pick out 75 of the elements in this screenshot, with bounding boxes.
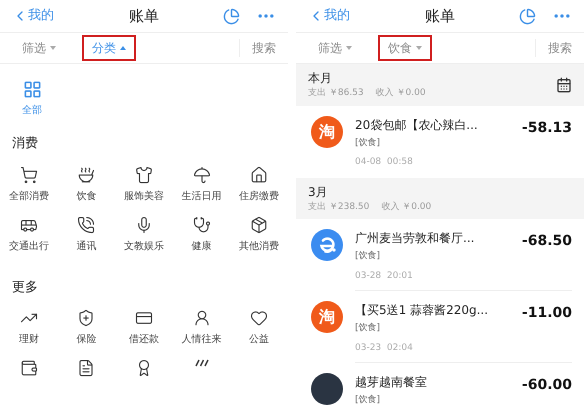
category-label[interactable]: 借还款 <box>128 332 159 347</box>
amount: -58.13 <box>522 118 572 138</box>
wallet-icon <box>20 359 38 377</box>
income-total: 收入 ￥0.00 <box>376 87 426 100</box>
category-label[interactable]: 通讯 <box>76 238 96 254</box>
shield-icon[interactable] <box>77 309 96 327</box>
category-label[interactable]: 交通出行 <box>8 238 49 254</box>
search-button[interactable]: 搜索 <box>535 39 572 57</box>
transaction-row[interactable]: 广州麦当劳敦和餐厅... [饮食] 03-28 20:01 -68.50 <box>296 219 584 291</box>
category-label[interactable]: 公益 <box>249 332 270 347</box>
amount: -60.00 <box>522 376 572 395</box>
shop-logo: 淘 <box>311 301 343 333</box>
phone-icon[interactable] <box>77 216 96 234</box>
amount: -68.50 <box>522 232 572 251</box>
page-title: 账单 <box>128 6 160 27</box>
expense-total: 支出 ￥238.50 <box>308 200 370 214</box>
calendar-icon[interactable] <box>556 76 572 93</box>
income-total: 收入 ￥0.00 <box>381 200 432 214</box>
delivery-logo-icon <box>311 229 343 261</box>
bowl-icon[interactable] <box>77 166 96 184</box>
caret-icon <box>50 46 56 50</box>
caret-icon <box>120 46 126 50</box>
category-label[interactable]: 服饰美容 <box>124 188 164 204</box>
shirt-icon[interactable] <box>134 166 153 184</box>
caret-icon <box>346 46 352 50</box>
heart-icon[interactable] <box>250 309 268 327</box>
shop-logo: 淘 <box>311 116 343 148</box>
category-label[interactable]: 生活日用 <box>182 188 222 204</box>
transaction-row[interactable]: 越芽越南餐室 [饮食] -60.00 <box>296 363 584 405</box>
category-label[interactable]: 保险 <box>76 332 96 347</box>
transaction-title: 【买5送1 蒜蓉酱220g... <box>355 302 490 319</box>
category-tag: [饮食] <box>355 250 522 264</box>
category-tag: [饮食] <box>355 322 522 336</box>
search-button[interactable]: 搜索 <box>239 39 276 57</box>
filter-dropdown[interactable]: 饮食 <box>378 35 432 61</box>
category-tag: [饮食] <box>355 136 522 150</box>
category-label[interactable]: 人情往来 <box>182 332 222 347</box>
month-title: 本月 <box>308 70 333 87</box>
category-label[interactable]: 饮食 <box>76 188 96 204</box>
document-icon <box>77 359 96 377</box>
category-label[interactable]: 理财 <box>18 332 39 347</box>
category-label[interactable]: 健康 <box>192 238 212 254</box>
stethoscope-icon[interactable] <box>192 216 211 234</box>
pie-chart-icon[interactable] <box>223 8 240 24</box>
house-icon[interactable] <box>250 166 268 184</box>
photo-placeholder <box>311 373 343 405</box>
person-icon[interactable] <box>192 309 211 327</box>
cart-icon[interactable] <box>20 166 38 184</box>
expense-total: 支出 ￥86.53 <box>308 87 364 100</box>
category-label[interactable]: 全部消费 <box>8 188 49 204</box>
caret-icon <box>416 46 422 50</box>
category-label[interactable]: 其他消费 <box>239 238 280 254</box>
section-title: 消费 <box>12 135 39 153</box>
page-title: 账单 <box>424 6 456 27</box>
month-title: 3月 <box>308 184 329 200</box>
bag-icon[interactable] <box>250 216 268 234</box>
transaction-title: 广州麦当劳敦和餐厅... <box>355 230 476 247</box>
transaction-row[interactable]: 淘 【买5送1 蒜蓉酱220g... [饮食] 03-23 02:04 -11.00 <box>296 291 584 363</box>
transaction-time: 04-08 00:58 <box>355 156 414 169</box>
slashes-icon <box>194 359 209 367</box>
filter-dropdown[interactable]: 筛选 <box>308 35 362 61</box>
amount: -11.00 <box>522 304 572 323</box>
transaction-title: 越芽越南餐室 <box>355 374 428 391</box>
card-icon[interactable] <box>134 309 153 327</box>
filter-dropdown[interactable]: 筛选 <box>12 35 66 61</box>
category-label[interactable]: 文教娱乐 <box>124 238 164 254</box>
transaction-row[interactable]: 淘 20袋包邮【农心辣白... [饮食] 04-08 00:58 -58.13 <box>296 106 584 178</box>
transaction-title: 20袋包邮【农心辣白... <box>355 116 479 134</box>
pie-chart-icon[interactable] <box>519 8 536 24</box>
category-tag: [饮食] <box>355 394 522 405</box>
grid-icon <box>22 80 42 99</box>
transaction-time: 03-23 02:04 <box>355 342 414 354</box>
category-label[interactable]: 住房缴费 <box>239 188 280 204</box>
section-title: 更多 <box>12 278 39 296</box>
transaction-time: 03-28 20:01 <box>355 270 414 282</box>
